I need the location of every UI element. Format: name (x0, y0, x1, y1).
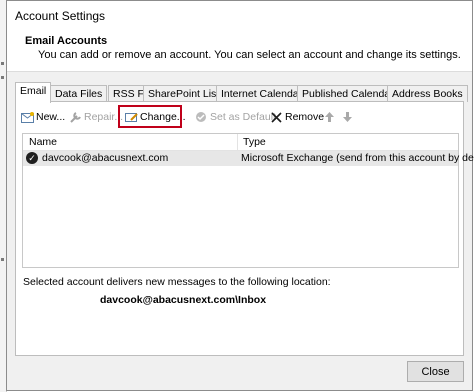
delivery-note: Selected account delivers new messages t… (23, 276, 331, 288)
section-description: You can add or remove an account. You ca… (38, 49, 461, 61)
edge-mark (1, 62, 4, 65)
close-button[interactable]: Close (407, 361, 464, 382)
section-heading: Email Accounts (25, 35, 108, 47)
remove-button[interactable]: Remove (269, 108, 324, 126)
new-account-button[interactable]: New... (20, 108, 65, 126)
new-mail-icon (20, 110, 34, 124)
arrow-down-icon (340, 110, 354, 124)
wrench-icon (68, 110, 82, 124)
new-account-label: New... (36, 111, 66, 123)
tab-data-files[interactable]: Data Files (50, 85, 108, 102)
default-account-check-icon: ✓ (26, 152, 38, 164)
account-list: Name Type ✓ davcook@abacusnext.com Micro… (22, 133, 474, 268)
change-button-highlight (118, 105, 182, 128)
list-header: Name Type (23, 134, 458, 151)
edge-mark (1, 258, 4, 261)
set-as-default-button[interactable]: Set as Default (194, 108, 276, 126)
account-type: Microsoft Exchange (send from this accou… (241, 152, 474, 164)
column-header-name[interactable]: Name (29, 136, 57, 148)
close-x-icon (269, 110, 283, 124)
dialog-title: Account Settings (15, 9, 106, 23)
column-header-type[interactable]: Type (243, 136, 266, 148)
move-down-button[interactable] (340, 108, 356, 126)
column-divider[interactable] (237, 134, 238, 150)
account-settings-dialog: Account Settings Email Accounts You can … (6, 0, 474, 391)
tab-address-books[interactable]: Address Books (387, 85, 468, 102)
arrow-up-icon (322, 110, 336, 124)
account-name: davcook@abacusnext.com (42, 152, 169, 164)
delivery-location: davcook@abacusnext.com\Inbox (100, 294, 267, 306)
tab-email[interactable]: Email (15, 82, 52, 103)
set-as-default-label: Set as Default (210, 111, 276, 123)
remove-label: Remove (285, 111, 325, 123)
email-tab-panel: New... Repair... Change... Set as Defaul… (15, 101, 474, 356)
header-panel: Email Accounts You can add or remove an … (7, 29, 472, 72)
move-up-button[interactable] (322, 108, 338, 126)
title-bar: Account Settings (7, 1, 472, 29)
edge-mark (1, 76, 4, 79)
repair-button[interactable]: Repair... (68, 108, 123, 126)
account-row[interactable]: ✓ davcook@abacusnext.com Microsoft Excha… (23, 151, 474, 166)
checkmark-circle-icon (194, 110, 208, 124)
